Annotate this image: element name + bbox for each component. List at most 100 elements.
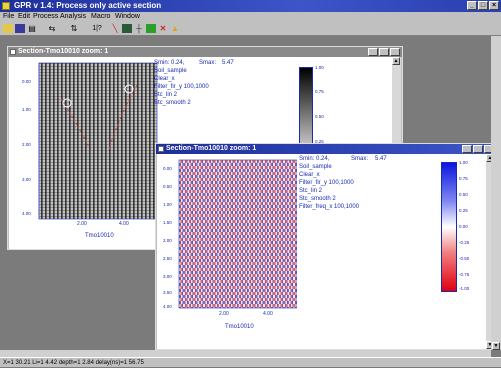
workspace-horizontal-scrollbar[interactable] <box>0 350 491 357</box>
win1-close-button[interactable] <box>390 48 400 56</box>
y-tick-label: 3.00 <box>22 177 31 182</box>
shift-up-down-icon[interactable]: ⇅ <box>65 24 83 33</box>
save-icon[interactable] <box>15 24 25 33</box>
open-icon[interactable] <box>3 24 13 33</box>
win2-maximize-button[interactable] <box>473 145 483 153</box>
menu-window[interactable]: Window <box>115 12 140 22</box>
processing-info-2: Smin: 0.24, Smax: 5.47 Soil_sample Clear_… <box>299 155 387 211</box>
y-tick-label: 2.50 <box>163 256 172 261</box>
numbers-icon[interactable]: 1|? <box>88 24 106 33</box>
x-axis-label: Tmo10010 <box>85 233 114 239</box>
document-icon <box>158 146 164 152</box>
app-title: GPR v 1.4: Process only active section <box>14 1 162 10</box>
x-tick-label: 4.00 <box>119 221 129 227</box>
colorbar-tick: 0.75 <box>315 89 324 94</box>
colorbar-tick: 0.00 <box>459 224 468 229</box>
processing-step: Stc_lin 2 <box>154 92 178 98</box>
y-tick-label: 0.00 <box>22 79 31 84</box>
processing-step: Soil_sample <box>154 68 187 74</box>
smax-value: 5.47 <box>375 156 387 162</box>
win2-minimize-button[interactable] <box>462 145 472 153</box>
print-icon[interactable]: ▤ <box>27 24 37 33</box>
processing-step: Clear_x <box>299 172 320 178</box>
x-tick-label: 2.00 <box>77 221 87 227</box>
win1-minimize-button[interactable] <box>368 48 378 56</box>
processing-step: Stc_smooth 2 <box>299 196 336 202</box>
y-tick-label: 4.00 <box>22 211 31 216</box>
document-icon <box>10 49 16 55</box>
colorbar-tick: 0.50 <box>315 114 324 119</box>
smin-label: Smin: <box>154 60 170 66</box>
y-tick-label: 0.50 <box>163 184 172 189</box>
minimize-button[interactable]: _ <box>467 1 477 10</box>
y-tick-label: 4.00 <box>163 304 172 309</box>
workspace-vertical-scrollbar[interactable]: ▼ <box>491 36 501 350</box>
shift-left-right-icon[interactable]: ⇆ <box>42 24 62 33</box>
radargram-plot-1[interactable] <box>9 57 169 249</box>
flag-icon[interactable]: ▲ <box>170 24 180 33</box>
menu-file[interactable]: File <box>3 12 14 22</box>
processing-step: Filter_fir_y 100,1000 <box>154 84 209 90</box>
x-axis-label: Tmo10010 <box>225 324 254 330</box>
color-icon[interactable] <box>146 24 156 33</box>
toolbar: ▤ ⇆ ⇅ 1|? ╲ ┼ ✕ ▲ <box>0 22 501 36</box>
processing-step: Clear_x <box>154 76 175 82</box>
menu-edit[interactable]: Edit <box>18 12 30 22</box>
menu-bar: File Edit Process Analysis Macro Window <box>0 12 501 22</box>
colorbar-tick: 0.50 <box>459 192 468 197</box>
win1-maximize-button[interactable] <box>379 48 389 56</box>
x-tick-label: 2.00 <box>219 311 229 317</box>
colorbar-tick: -1.00 <box>459 286 470 291</box>
y-tick-label: 0.00 <box>163 166 172 171</box>
section-window-1-title: Section-Tmo10010 zoom: 1 <box>18 48 109 55</box>
colorbar-tick: 1.00 <box>459 160 468 165</box>
app-title-bar: GPR v 1.4: Process only active section _… <box>0 0 501 12</box>
colorbar-tick: -0.25 <box>459 240 470 245</box>
smin-value: 0.24, <box>316 156 330 162</box>
scroll-up-button[interactable]: ▲ <box>392 57 400 65</box>
radargram-plot-2[interactable] <box>157 154 297 349</box>
processing-step: Filter_freq_x 100,1000 <box>299 204 360 210</box>
colorbar-tick: 0.75 <box>459 176 468 181</box>
y-tick-label: 1.00 <box>22 107 31 112</box>
maximize-button[interactable]: □ <box>478 1 488 10</box>
window-controls: _ □ × <box>467 1 499 10</box>
y-tick-label: 2.00 <box>22 142 31 147</box>
menu-process[interactable]: Process <box>33 12 58 22</box>
diagonal-icon[interactable]: ╲ <box>110 24 120 33</box>
colorbar-tick: -0.50 <box>459 256 470 261</box>
close-button[interactable]: × <box>489 1 499 10</box>
y-tick-label: 2.00 <box>163 238 172 243</box>
smin-value: 0.24, <box>171 60 185 66</box>
section-window-2-client: 0.00 0.50 1.00 1.50 2.00 2.50 3.00 3.50 … <box>157 154 487 349</box>
processing-step: Stc_lin 2 <box>299 188 323 194</box>
section-window-1-titlebar[interactable]: Section-Tmo10010 zoom: 1 <box>8 47 402 57</box>
diverging-colorbar <box>441 162 457 292</box>
section-window-2-title: Section-Tmo10010 zoom: 1 <box>166 145 257 152</box>
smin-label: Smin: <box>299 156 315 162</box>
x-tick-label: 4.00 <box>263 311 273 317</box>
menu-analysis[interactable]: Analysis <box>60 12 86 22</box>
smax-label: Smax: <box>351 156 369 162</box>
y-tick-label: 3.00 <box>163 274 172 279</box>
status-bar: X=1 30.21 Li=1 4.42 depth=1 2.84 delay(n… <box>0 357 501 367</box>
colorbar-tick: 0.25 <box>459 208 468 213</box>
grid-icon[interactable]: ┼ <box>134 24 144 33</box>
processing-info-1: Smin: 0.24, Smax: 5.47 Soil_sample Clear_… <box>154 59 234 107</box>
processing-step: Soil_sample <box>299 164 332 170</box>
smax-value: 5.47 <box>222 60 234 66</box>
smax-label: Smax: <box>199 60 217 66</box>
filter-icon[interactable] <box>122 24 132 33</box>
menu-macro[interactable]: Macro <box>91 12 110 22</box>
app-icon <box>2 2 10 10</box>
colorbar-tick: -0.75 <box>459 272 470 277</box>
workspace-scroll-down-button[interactable]: ▼ <box>492 342 500 350</box>
y-tick-label: 3.50 <box>163 290 172 295</box>
warning-icon[interactable]: ✕ <box>158 24 168 33</box>
section-window-2[interactable]: Section-Tmo10010 zoom: 1 0.00 0.50 1.00 … <box>155 143 497 350</box>
processing-step: Stc_smooth 2 <box>154 100 191 106</box>
y-tick-label: 1.50 <box>163 220 172 225</box>
processing-step: Filter_fir_y 100,1000 <box>299 180 354 186</box>
colorbar-tick: 1.00 <box>315 65 324 70</box>
section-window-2-titlebar[interactable]: Section-Tmo10010 zoom: 1 <box>156 144 496 154</box>
